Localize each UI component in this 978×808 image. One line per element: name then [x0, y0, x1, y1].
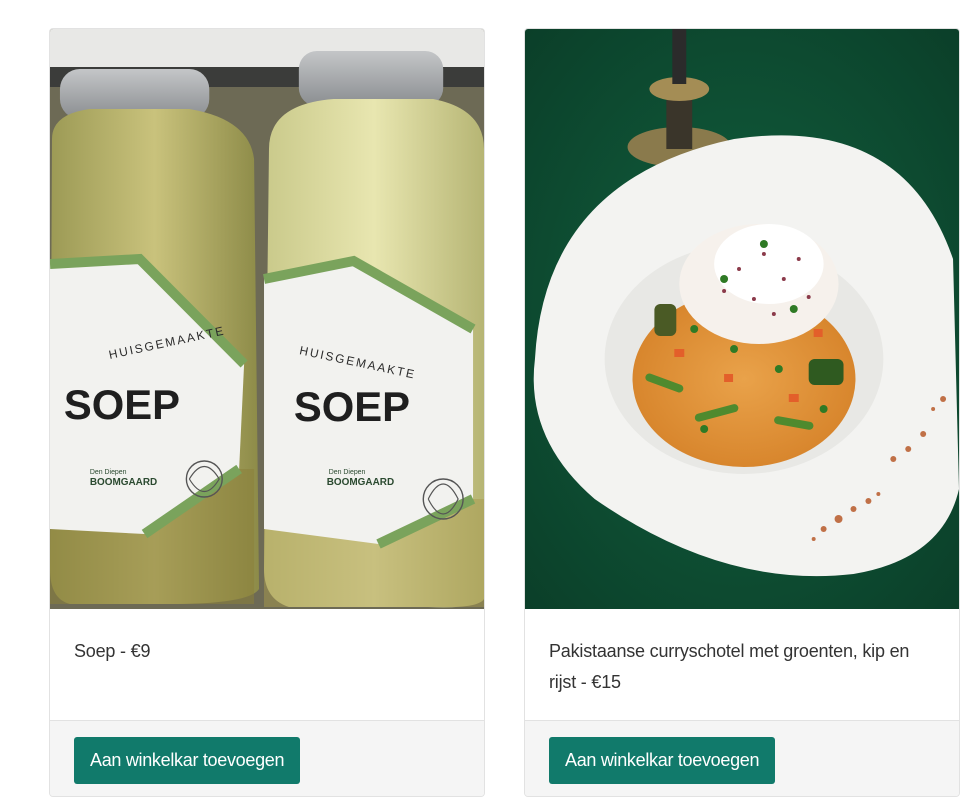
curry-dish-photo [525, 29, 959, 609]
label-brand-left: BOOMGAARD [90, 477, 157, 488]
add-to-cart-button[interactable]: Aan winkelkar toevoegen [549, 737, 776, 784]
product-card-soep: HUISGEMAAKTE SOEP Den Diepen BOOMGAARD H… [49, 28, 485, 797]
product-title: Pakistaanse curryschotel met groenten, k… [549, 641, 910, 692]
product-image-soep[interactable]: HUISGEMAAKTE SOEP Den Diepen BOOMGAARD H… [50, 29, 484, 609]
product-card-footer: Aan winkelkar toevoegen [50, 720, 484, 796]
label-brand-right: BOOMGAARD [327, 477, 394, 488]
product-card-body: Soep - €9 [50, 609, 484, 720]
label-brand-small-left: Den Diepen [90, 469, 127, 476]
product-card-footer: Aan winkelkar toevoegen [525, 720, 959, 796]
label-brand-small-right: Den Diepen [329, 469, 366, 476]
product-card-curry: Pakistaanse curryschotel met groenten, k… [524, 28, 960, 797]
product-card-body: Pakistaanse curryschotel met groenten, k… [525, 609, 959, 720]
add-to-cart-button[interactable]: Aan winkelkar toevoegen [74, 737, 301, 784]
soup-jars-photo: HUISGEMAAKTE SOEP Den Diepen BOOMGAARD H… [50, 29, 484, 609]
label-soep-left: SOEP [64, 381, 180, 428]
product-title: Soep - €9 [74, 641, 151, 661]
label-soep-right: SOEP [294, 383, 410, 430]
product-image-curry[interactable] [525, 29, 959, 609]
